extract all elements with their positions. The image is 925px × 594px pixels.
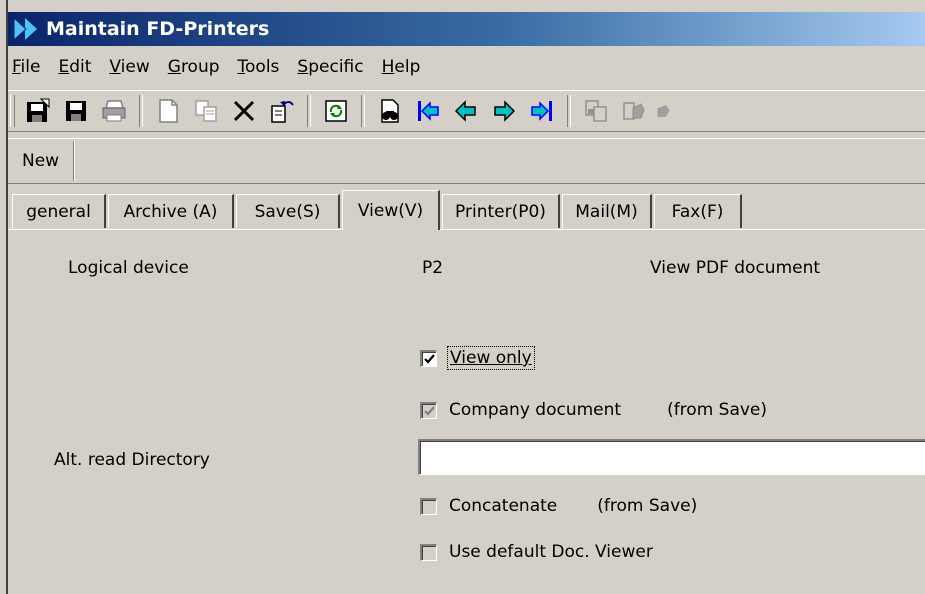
delete-icon: [233, 100, 255, 122]
use-default-viewer-label[interactable]: Use default Doc. Viewer: [449, 542, 653, 562]
menu-edit[interactable]: Edit: [49, 50, 100, 84]
tab-save[interactable]: Save(S): [236, 194, 340, 228]
undo-document-button[interactable]: [265, 94, 299, 128]
copy-button[interactable]: [189, 94, 223, 128]
company-document-checkbox-row: Company document (from Save): [420, 400, 767, 420]
toolbar-separator: [361, 95, 365, 127]
tab-view[interactable]: View(V): [342, 190, 440, 230]
company-document-checkbox: [420, 401, 437, 419]
toolbar-separator: [139, 95, 143, 127]
new-record-icon: [27, 98, 50, 122]
refresh-icon: [325, 100, 347, 122]
title-bar[interactable]: Maintain FD-Printers: [8, 12, 925, 46]
view-only-checkbox-row[interactable]: View only: [420, 346, 535, 370]
logical-device-value: P2: [422, 258, 444, 278]
menu-help[interactable]: Help: [373, 50, 430, 84]
refresh-button[interactable]: [319, 94, 353, 128]
hand-disabled-icon: [657, 105, 670, 117]
copy-disabled-button[interactable]: [579, 94, 613, 128]
undo-document-icon: [271, 101, 294, 123]
first-record-icon: [418, 101, 439, 121]
menu-group[interactable]: Group: [159, 50, 229, 84]
last-record-button[interactable]: [525, 94, 559, 128]
last-record-icon: [531, 101, 552, 121]
menu-file[interactable]: File: [8, 50, 49, 84]
concatenate-checkbox: [420, 497, 437, 515]
checkmark-icon: [424, 353, 435, 364]
toolbar-separator: [567, 95, 571, 127]
hand-disabled-button[interactable]: [617, 94, 651, 128]
view-only-label[interactable]: View only: [447, 346, 535, 370]
search-binoculars-icon: [381, 99, 399, 123]
toolbar: [8, 90, 925, 132]
menu-view[interactable]: View: [100, 50, 158, 84]
save-button[interactable]: [59, 94, 93, 128]
hand-disabled-button-2[interactable]: [655, 94, 675, 128]
next-record-icon: [494, 100, 516, 122]
delete-button[interactable]: [227, 94, 261, 128]
window-border: [0, 0, 8, 594]
tab-printer[interactable]: Printer(P0): [442, 194, 560, 228]
concatenate-note: (from Save): [597, 496, 698, 516]
concatenate-checkbox-row: Concatenate (from Save): [420, 496, 697, 516]
print-button[interactable]: [97, 94, 131, 128]
use-default-viewer-checkbox[interactable]: [420, 543, 437, 561]
blank-document-button[interactable]: [151, 94, 185, 128]
tab-fax[interactable]: Fax(F): [654, 194, 742, 228]
toolbar-separator: [307, 95, 311, 127]
company-document-note: (from Save): [667, 400, 768, 420]
view-pdf-document-label: View PDF document: [650, 258, 821, 278]
next-record-button[interactable]: [487, 94, 521, 128]
search-button[interactable]: [373, 94, 407, 128]
previous-record-button[interactable]: [449, 94, 483, 128]
tab-strip: general Archive (A) Save(S) View(V) Prin…: [8, 190, 925, 230]
window-title: Maintain FD-Printers: [46, 18, 270, 40]
new-button[interactable]: New: [8, 141, 75, 181]
copy-icon: [195, 100, 217, 122]
menu-tools[interactable]: Tools: [229, 50, 289, 84]
logical-device-label: Logical device: [68, 258, 189, 278]
hand-disabled-icon: [623, 102, 645, 120]
save-icon: [66, 101, 86, 121]
action-bar: New: [8, 138, 925, 184]
previous-record-icon: [454, 100, 476, 122]
tab-general[interactable]: general: [12, 194, 106, 228]
concatenate-label: Concatenate: [449, 496, 558, 516]
alt-read-directory-input[interactable]: [418, 439, 925, 475]
use-default-viewer-checkbox-row[interactable]: Use default Doc. Viewer: [420, 542, 653, 562]
copy-disabled-icon: [585, 100, 607, 122]
view-only-checkbox[interactable]: [420, 349, 437, 367]
menu-bar: File Edit View Group Tools Specific Help: [8, 50, 925, 84]
first-record-button[interactable]: [411, 94, 445, 128]
app-logo-icon: [12, 16, 40, 42]
print-icon: [102, 100, 126, 122]
new-record-button[interactable]: [21, 94, 55, 128]
view-tab-panel: Logical device P2 View PDF document View…: [8, 230, 925, 594]
menu-specific[interactable]: Specific: [288, 50, 372, 84]
company-document-label: Company document: [449, 400, 622, 420]
toolbar-grip[interactable]: [10, 95, 15, 127]
checkmark-icon: [424, 405, 435, 416]
tab-mail[interactable]: Mail(M): [562, 194, 652, 228]
app-window: Maintain FD-Printers File Edit View Grou…: [0, 0, 925, 594]
blank-document-icon: [159, 99, 178, 123]
alt-read-directory-label: Alt. read Directory: [54, 450, 210, 470]
tab-archive[interactable]: Archive (A): [108, 194, 234, 228]
